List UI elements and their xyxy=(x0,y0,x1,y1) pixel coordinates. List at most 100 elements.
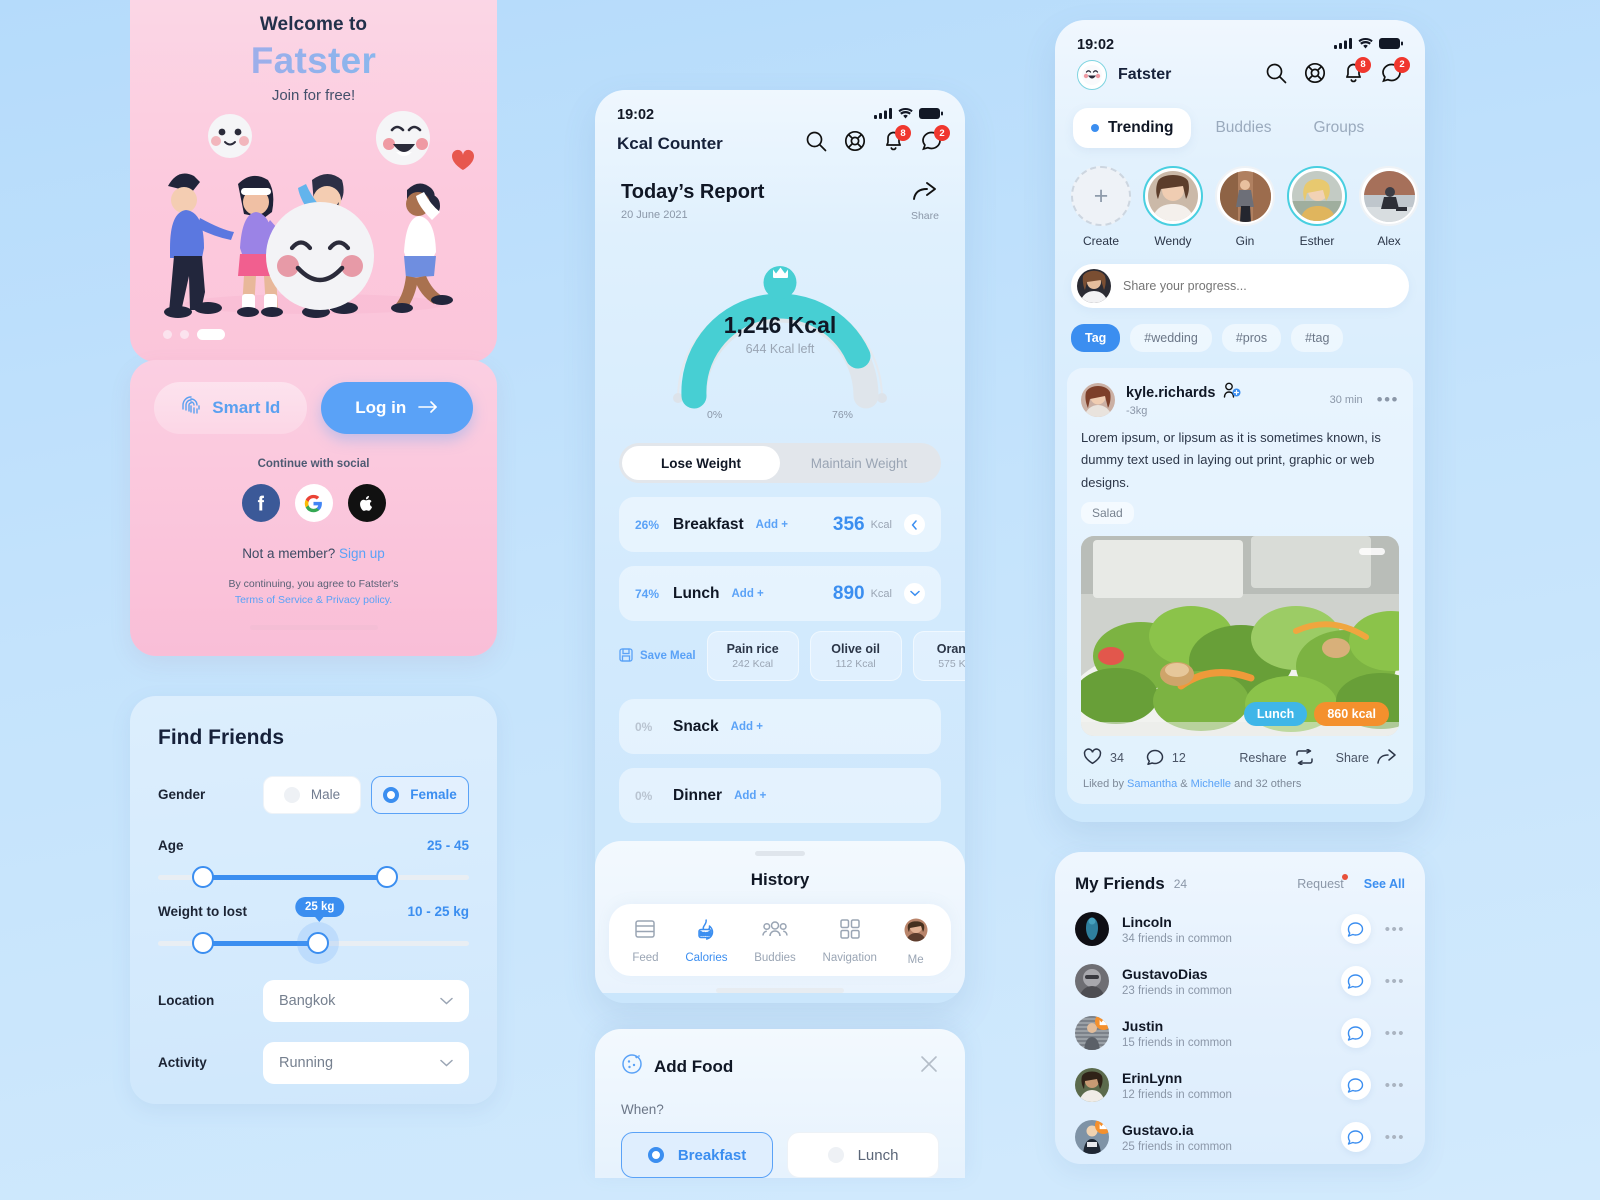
meal-add-button[interactable]: Add + xyxy=(734,790,766,802)
carousel-dot-3-active[interactable] xyxy=(197,329,225,340)
share-button[interactable]: Share xyxy=(1336,748,1397,768)
story-gin[interactable]: Gin xyxy=(1215,166,1275,248)
friend-row-erinlynn[interactable]: ErinLynn 12 friends in common ••• xyxy=(1075,1068,1405,1103)
reshare-button[interactable]: Reshare xyxy=(1239,747,1313,768)
food-chip[interactable]: Pain rice 242 Kcal xyxy=(706,631,799,681)
post-username[interactable]: kyle.richards xyxy=(1126,385,1215,401)
tag-chip-wedding[interactable]: #wedding xyxy=(1130,324,1212,352)
location-select[interactable]: Bangkok xyxy=(263,979,469,1022)
weight-slider-bubble: 25 kg xyxy=(295,896,345,917)
save-meal-button[interactable]: Save Meal xyxy=(619,647,696,665)
smart-id-button[interactable]: Smart Id xyxy=(154,382,307,434)
more-options-icon[interactable]: ••• xyxy=(1385,921,1405,938)
message-icon[interactable] xyxy=(1340,1122,1371,1153)
weight-mode-toggle[interactable]: Lose Weight Maintain Weight xyxy=(619,443,941,483)
nav-item-navigation[interactable]: Navigation xyxy=(823,918,877,966)
carousel-dot-1[interactable] xyxy=(163,330,172,339)
support-icon[interactable] xyxy=(844,130,866,157)
login-button[interactable]: Log in xyxy=(320,382,473,434)
age-slider-knob-max[interactable] xyxy=(375,865,398,888)
chevron-down-icon[interactable] xyxy=(904,583,925,604)
share-button[interactable]: Share xyxy=(911,181,939,222)
avatar[interactable] xyxy=(1081,382,1115,417)
friend-row-gustavo-ia[interactable]: Gustavo.ia 25 friends in common ••• xyxy=(1075,1120,1405,1155)
meal-add-button[interactable]: Add + xyxy=(756,519,788,531)
messages-icon[interactable]: 2 xyxy=(921,125,950,157)
meal-row-dinner[interactable]: 0% Dinner Add + xyxy=(619,768,941,823)
message-icon[interactable] xyxy=(1340,966,1371,997)
gender-option-male[interactable]: Male xyxy=(263,775,361,814)
signup-link[interactable]: Sign up xyxy=(339,546,385,561)
more-options-icon[interactable]: ••• xyxy=(1377,390,1399,410)
food-chip[interactable]: Olive oil 112 Kcal xyxy=(809,631,902,681)
post-image[interactable]: Lunch 860 kcal xyxy=(1081,536,1399,737)
tag-chip-tag2[interactable]: #tag xyxy=(1291,324,1344,352)
carousel-dots[interactable] xyxy=(163,329,225,340)
chevron-left-icon[interactable] xyxy=(904,514,925,535)
tab-buddies[interactable]: Buddies xyxy=(1197,108,1289,148)
add-friend-icon[interactable] xyxy=(1223,382,1241,403)
message-icon[interactable] xyxy=(1340,914,1371,945)
weight-slider-knob-max[interactable] xyxy=(307,931,330,954)
search-icon[interactable] xyxy=(1265,62,1287,89)
tag-chip-tag[interactable]: Tag xyxy=(1071,324,1121,352)
story-alex[interactable]: Alex xyxy=(1359,166,1419,248)
meal-row-snack[interactable]: 0% Snack Add + xyxy=(619,699,941,754)
mode-lose-weight[interactable]: Lose Weight xyxy=(622,446,780,480)
messages-icon[interactable]: 2 xyxy=(1381,56,1410,89)
message-icon[interactable] xyxy=(1340,1070,1371,1101)
search-icon[interactable] xyxy=(805,130,827,157)
friend-row-justin[interactable]: Justin 15 friends in common ••• xyxy=(1075,1016,1405,1051)
weight-slider-knob-min[interactable] xyxy=(192,931,215,954)
terms-text: By continuing, you agree to Fatster's Te… xyxy=(154,576,473,609)
nav-item-feed[interactable]: Feed xyxy=(632,918,659,966)
tag-chip-pros[interactable]: #pros xyxy=(1221,324,1282,352)
friend-row-gustavodias[interactable]: GustavoDias 23 friends in common ••• xyxy=(1075,964,1405,999)
meal-row-breakfast[interactable]: 26% Breakfast Add + 356 Kcal xyxy=(619,497,941,552)
close-icon[interactable] xyxy=(919,1054,939,1079)
friend-requests-button[interactable]: Request xyxy=(1297,874,1348,891)
story-wendy[interactable]: Wendy xyxy=(1143,166,1203,248)
support-icon[interactable] xyxy=(1304,62,1326,89)
see-all-button[interactable]: See All xyxy=(1364,877,1405,891)
share-input[interactable] xyxy=(1123,279,1403,293)
food-chip[interactable]: Orange 575 Kcal xyxy=(912,631,965,681)
more-options-icon[interactable]: ••• xyxy=(1385,1025,1405,1042)
activity-select[interactable]: Running xyxy=(263,1041,469,1084)
weight-slider-track[interactable]: 25 kg xyxy=(158,896,469,954)
liked-user-1[interactable]: Samantha xyxy=(1127,778,1177,790)
more-options-icon[interactable]: ••• xyxy=(1385,973,1405,990)
mode-maintain-weight[interactable]: Maintain Weight xyxy=(780,446,938,480)
terms-link[interactable]: Terms of Service & Privacy policy. xyxy=(235,594,392,606)
gender-option-female[interactable]: Female xyxy=(371,775,469,814)
nav-item-me[interactable]: Me xyxy=(904,918,928,966)
add-food-option-lunch[interactable]: Lunch xyxy=(787,1132,939,1178)
more-options-icon[interactable]: ••• xyxy=(1385,1129,1405,1146)
google-icon[interactable] xyxy=(294,484,333,522)
like-button[interactable]: 34 xyxy=(1083,748,1124,768)
tab-trending[interactable]: Trending xyxy=(1073,108,1192,148)
age-slider-knob-min[interactable] xyxy=(192,865,215,888)
sheet-grip-handle[interactable] xyxy=(755,851,805,856)
story-create[interactable]: + Create xyxy=(1071,166,1131,248)
notifications-icon[interactable]: 8 xyxy=(883,125,911,157)
age-slider-track[interactable] xyxy=(158,865,469,888)
share-progress-input-row[interactable] xyxy=(1071,264,1409,308)
message-icon[interactable] xyxy=(1340,1018,1371,1049)
nav-item-calories[interactable]: kcal Calories xyxy=(685,918,728,966)
comment-button[interactable]: 12 xyxy=(1146,748,1186,768)
facebook-icon[interactable] xyxy=(241,484,280,522)
story-esther[interactable]: Esther xyxy=(1287,166,1347,248)
meal-add-button[interactable]: Add + xyxy=(731,721,763,733)
more-options-icon[interactable]: ••• xyxy=(1385,1077,1405,1094)
liked-user-2[interactable]: Michelle xyxy=(1191,778,1231,790)
meal-add-button[interactable]: Add + xyxy=(732,588,764,600)
carousel-dot-2[interactable] xyxy=(180,330,189,339)
friend-row-lincoln[interactable]: Lincoln 34 friends in common ••• xyxy=(1075,912,1405,947)
tab-groups[interactable]: Groups xyxy=(1295,108,1382,148)
notifications-icon[interactable]: 8 xyxy=(1343,56,1371,89)
nav-item-buddies[interactable]: Buddies xyxy=(754,918,796,966)
add-food-option-breakfast[interactable]: Breakfast xyxy=(621,1132,773,1178)
meal-row-lunch[interactable]: 74% Lunch Add + 890 Kcal xyxy=(619,566,941,621)
apple-icon[interactable] xyxy=(347,484,386,522)
